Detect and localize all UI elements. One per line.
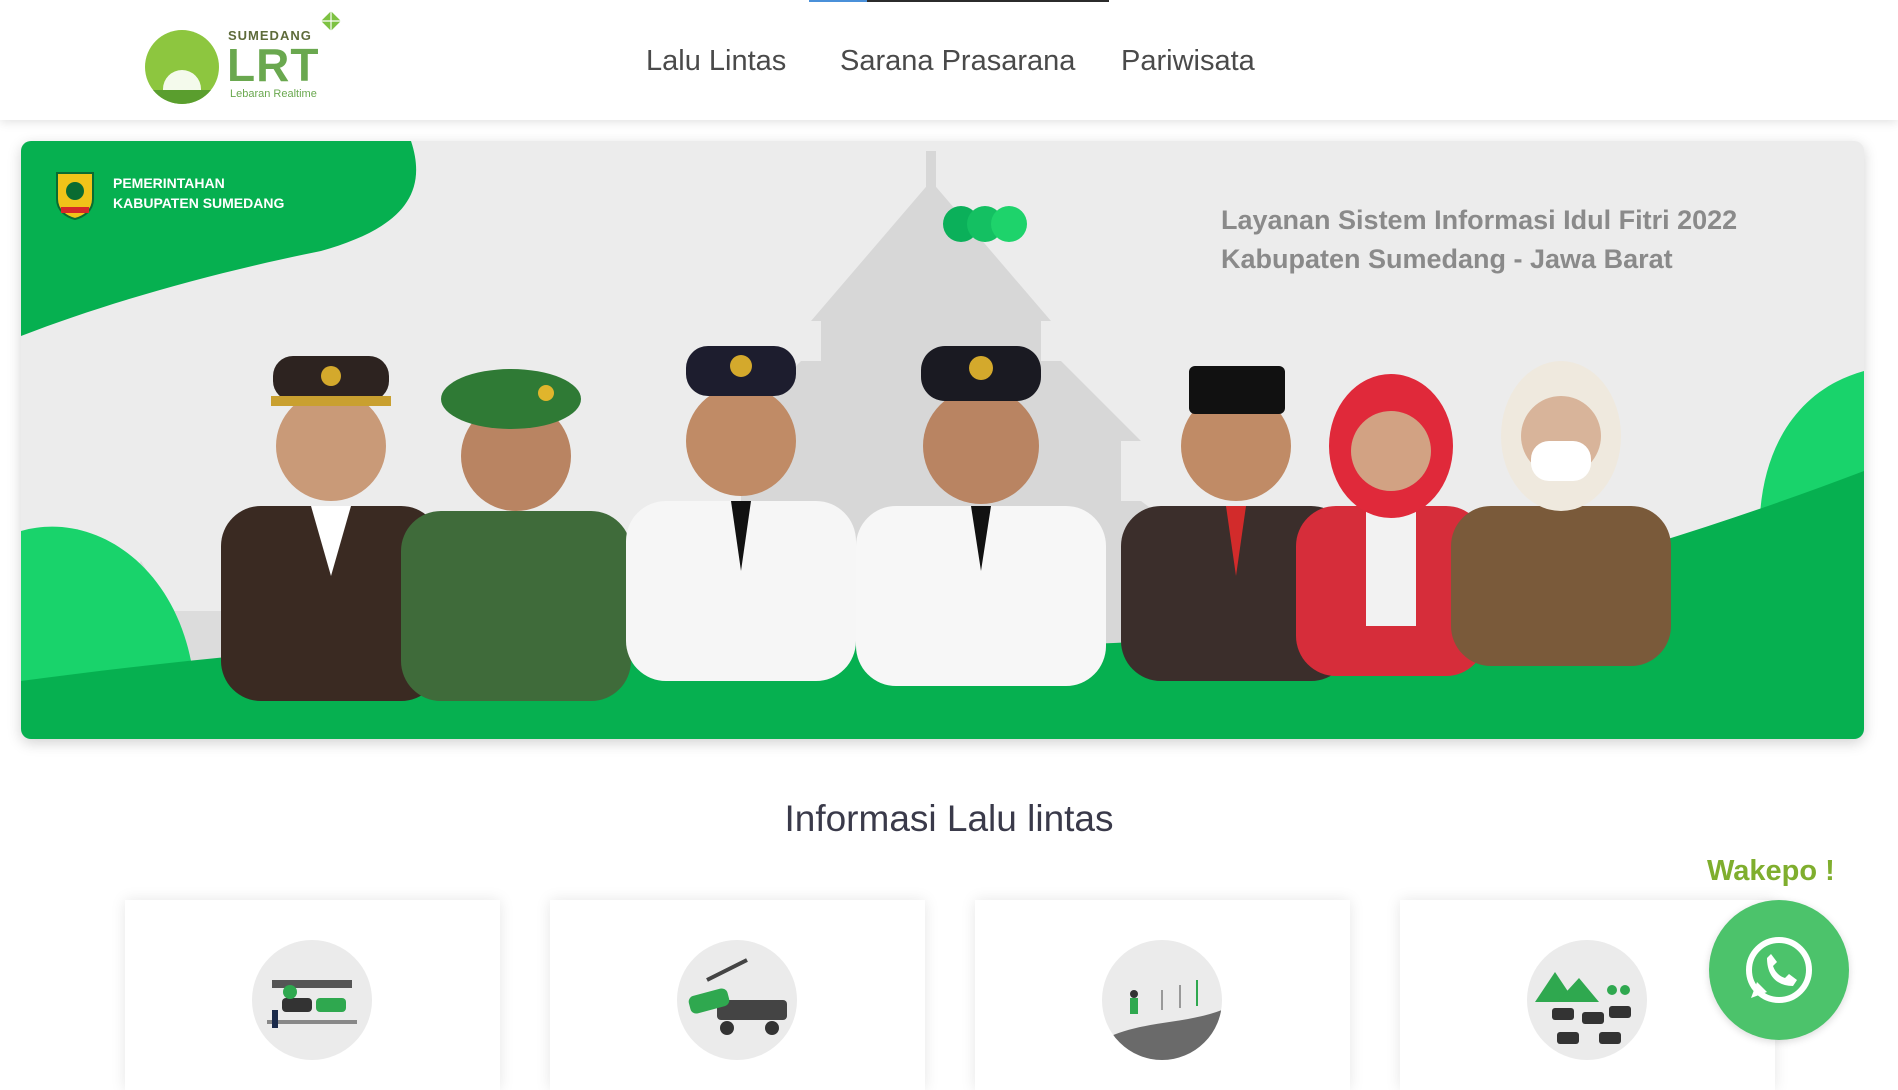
carousel-dot-3[interactable] — [991, 206, 1027, 242]
official-photo-vice-regent — [856, 346, 1106, 686]
whatsapp-icon — [1746, 937, 1812, 1003]
header: SUMEDANG LRT Lebaran Realtime Lalu Linta… — [0, 0, 1898, 120]
site-logo[interactable]: SUMEDANG LRT Lebaran Realtime — [145, 8, 360, 108]
gov-label-line2: KABUPATEN SUMEDANG — [113, 195, 285, 211]
gov-label-line1: PEMERINTAHAN — [113, 175, 225, 191]
nav-lalu-lintas[interactable]: Lalu Lintas — [646, 45, 786, 78]
nav-sarana-prasarana[interactable]: Sarana Prasarana — [840, 45, 1075, 78]
info-card-traffic-jam[interactable] — [125, 900, 500, 1090]
carousel-indicators[interactable] — [943, 206, 1033, 244]
info-card-road[interactable] — [975, 900, 1350, 1090]
logo-main-text: LRT — [227, 39, 320, 91]
banner-title-line2: Kabupaten Sumedang - Jawa Barat — [1221, 244, 1673, 274]
logo-sub-text: Lebaran Realtime — [230, 88, 317, 100]
info-card-tow-truck[interactable] — [550, 900, 925, 1090]
gov-label: PEMERINTAHAN KABUPATEN SUMEDANG — [113, 173, 284, 213]
logo-ketupat-icon — [321, 11, 341, 31]
whatsapp-label[interactable]: Wakepo ! — [1707, 855, 1835, 888]
highway-cars-icon — [1527, 940, 1647, 1060]
kabupaten-emblem-icon — [56, 172, 94, 221]
road-walker-icon — [1102, 940, 1222, 1060]
section-title: Informasi Lalu lintas — [784, 798, 1114, 839]
whatsapp-button[interactable] — [1709, 900, 1849, 1040]
banner-title: Layanan Sistem Informasi Idul Fitri 2022… — [1221, 201, 1737, 279]
hero-banner[interactable]: PEMERINTAHAN KABUPATEN SUMEDANG Layanan … — [21, 141, 1864, 739]
traffic-jam-icon — [252, 940, 372, 1060]
official-photo-prosecutor — [1451, 361, 1671, 666]
nav-active-indicator — [809, 0, 1109, 2]
banner-title-line1: Layanan Sistem Informasi Idul Fitri 2022 — [1221, 205, 1738, 235]
logo-mosque-icon — [145, 30, 219, 104]
official-photo-regent — [626, 346, 856, 681]
nav-pariwisata[interactable]: Pariwisata — [1121, 45, 1255, 78]
tow-truck-icon — [677, 940, 797, 1060]
